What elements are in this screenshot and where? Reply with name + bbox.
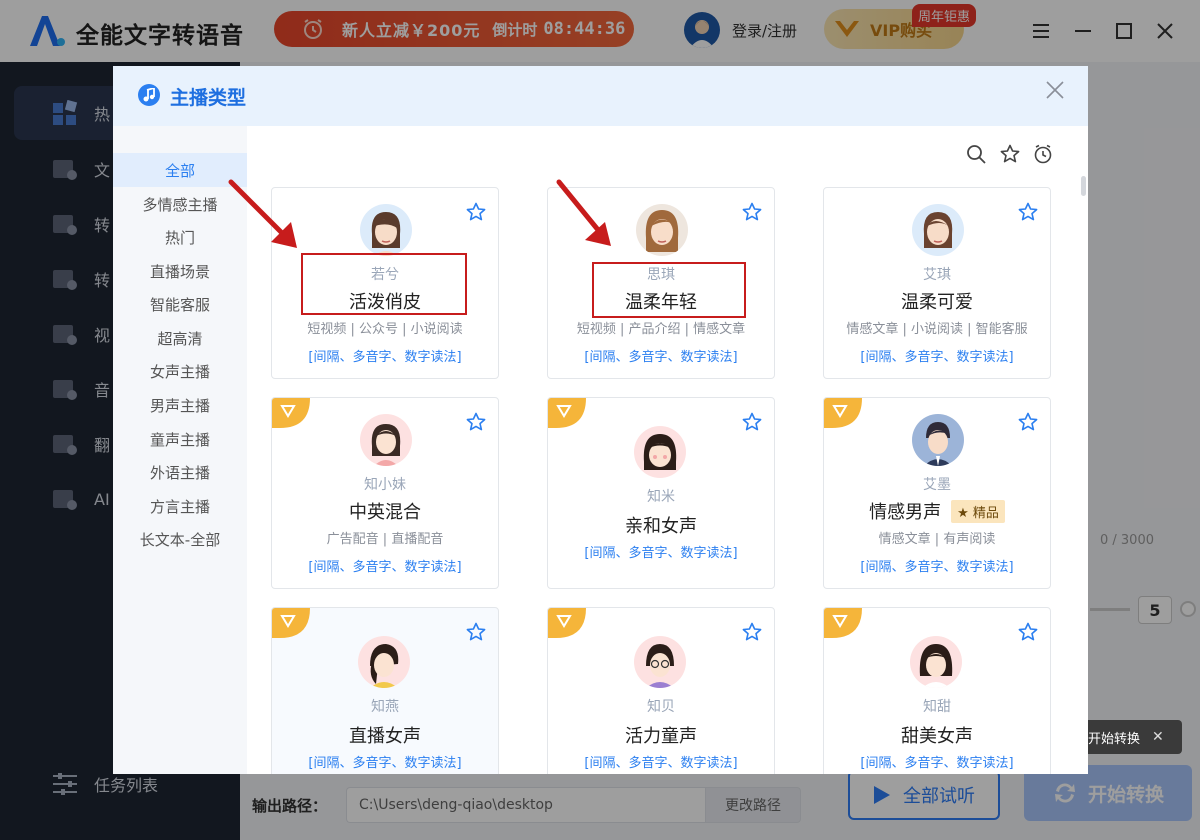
- category-ultra-hd[interactable]: 超高清: [113, 321, 247, 355]
- anchor-style: 温柔可爱: [901, 292, 973, 313]
- anchor-card-aiqi[interactable]: 艾琪 温柔可爱 情感文章 | 小说阅读 | 智能客服 [间隔、多音字、数字读法]: [823, 187, 1051, 379]
- history-clock-icon[interactable]: [1033, 144, 1053, 164]
- vip-diamond-icon: [548, 398, 586, 428]
- anchor-card-zhitian[interactable]: 知甜 甜美女声 [间隔、多音字、数字读法]: [823, 607, 1051, 774]
- vip-diamond-icon: [824, 398, 862, 428]
- favorite-star-icon[interactable]: [742, 412, 762, 432]
- category-child[interactable]: 童声主播: [113, 422, 247, 456]
- pronunciation-settings-link[interactable]: [间隔、多音字、数字读法]: [548, 542, 774, 561]
- favorite-star-icon[interactable]: [466, 622, 486, 642]
- annotation-box-ruoxi: [301, 253, 467, 315]
- anchor-name: 知贝: [647, 699, 675, 715]
- anchor-card-zhimi[interactable]: 知米 亲和女声 [间隔、多音字、数字读法]: [547, 397, 775, 589]
- anchor-style: 亲和女声: [625, 516, 697, 537]
- avatar: [634, 426, 686, 478]
- annotation-arrow-icon: [228, 179, 297, 248]
- category-foreign[interactable]: 外语主播: [113, 455, 247, 489]
- anchor-card-aimo[interactable]: 艾墨 情感男声 ★ 精品 情感文章 | 有声阅读 [间隔、多音字、数字读法]: [823, 397, 1051, 589]
- start-convert-tooltip: 开始转换 ✕: [1080, 720, 1182, 754]
- anchor-name: 艾墨: [923, 477, 951, 493]
- pronunciation-settings-link[interactable]: [间隔、多音字、数字读法]: [548, 752, 774, 771]
- favorite-star-icon[interactable]: [466, 412, 486, 432]
- close-icon[interactable]: [1045, 80, 1065, 100]
- pronunciation-settings-link[interactable]: [间隔、多音字、数字读法]: [272, 556, 498, 575]
- anchor-card-zhibei[interactable]: 知贝 活力童声 [间隔、多音字、数字读法]: [547, 607, 775, 774]
- anchor-tags: 情感文章 | 小说阅读 | 智能客服: [846, 322, 1028, 337]
- annotation-arrow-icon: [556, 179, 611, 246]
- vip-diamond-icon: [548, 608, 586, 638]
- favorite-star-icon[interactable]: [1018, 622, 1038, 642]
- favorite-star-icon[interactable]: [742, 202, 762, 222]
- anchor-tags: 广告配音 | 直播配音: [326, 532, 444, 547]
- anchor-name: 知甜: [923, 699, 951, 715]
- pronunciation-settings-link[interactable]: [间隔、多音字、数字读法]: [824, 752, 1050, 771]
- anchor-tags: 短视频 | 公众号 | 小说阅读: [307, 322, 463, 337]
- category-dialect[interactable]: 方言主播: [113, 489, 247, 523]
- anchor-card-zhiyan[interactable]: 知燕 直播女声 [间隔、多音字、数字读法]: [271, 607, 499, 774]
- category-male[interactable]: 男声主播: [113, 388, 247, 422]
- pronunciation-settings-link[interactable]: [间隔、多音字、数字读法]: [272, 346, 498, 365]
- pronunciation-settings-link[interactable]: [间隔、多音字、数字读法]: [824, 556, 1050, 575]
- category-female[interactable]: 女声主播: [113, 354, 247, 388]
- anchor-tags: 情感文章 | 有声阅读: [878, 532, 996, 547]
- search-icon[interactable]: [966, 144, 986, 164]
- anchor-style: 直播女声: [349, 726, 421, 747]
- pronunciation-settings-link[interactable]: [间隔、多音字、数字读法]: [824, 346, 1050, 365]
- anchor-style: 中英混合: [349, 502, 421, 523]
- dialog-header: 主播类型: [113, 66, 1088, 126]
- anchor-name: 知小妹: [364, 477, 406, 493]
- pronunciation-settings-link[interactable]: [间隔、多音字、数字读法]: [548, 346, 774, 365]
- vip-diamond-icon: [272, 398, 310, 428]
- avatar: [912, 204, 964, 256]
- anchor-type-dialog: 主播类型 全部 多情感主播 热门 直播场景 智能客服 超高清 女声主播 男声主播…: [113, 66, 1088, 774]
- avatar: [912, 414, 964, 466]
- music-note-icon: [138, 84, 160, 106]
- anchor-tags: 短视频 | 产品介绍 | 情感文章: [576, 322, 746, 337]
- tooltip-close-icon[interactable]: ✕: [1152, 729, 1164, 745]
- anchor-card-zhixiaomei[interactable]: 知小妹 中英混合 广告配音 | 直播配音 [间隔、多音字、数字读法]: [271, 397, 499, 589]
- avatar: [634, 636, 686, 688]
- anchor-name: 知燕: [371, 699, 399, 715]
- favorite-star-icon[interactable]: [742, 622, 762, 642]
- category-smart-service[interactable]: 智能客服: [113, 287, 247, 321]
- favorites-star-icon[interactable]: [1000, 144, 1020, 164]
- avatar: [636, 204, 688, 256]
- avatar: [910, 636, 962, 688]
- vip-diamond-icon: [272, 608, 310, 638]
- anchor-style: 甜美女声: [901, 726, 973, 747]
- dialog-title: 主播类型: [170, 87, 247, 109]
- anchor-name: 艾琪: [923, 267, 951, 283]
- annotation-box-siqi: [592, 262, 746, 318]
- avatar: [360, 204, 412, 256]
- pronunciation-settings-link[interactable]: [间隔、多音字、数字读法]: [272, 752, 498, 771]
- category-long-text[interactable]: 长文本-全部: [113, 522, 247, 556]
- premium-badge: ★ 精品: [951, 499, 1005, 523]
- tooltip-text: 开始转换: [1088, 731, 1141, 747]
- favorite-star-icon[interactable]: [1018, 412, 1038, 432]
- favorite-star-icon[interactable]: [1018, 202, 1038, 222]
- category-live-scene[interactable]: 直播场景: [113, 254, 247, 288]
- avatar: [358, 636, 410, 688]
- vertical-scrollbar[interactable]: [1081, 176, 1086, 196]
- anchor-style: 活力童声: [625, 726, 697, 747]
- vip-diamond-icon: [824, 608, 862, 638]
- anchor-style-row: 情感男声 ★ 精品: [824, 498, 1050, 524]
- anchor-name: 知米: [647, 489, 675, 505]
- anchor-style: 情感男声: [869, 502, 942, 523]
- avatar: [360, 414, 412, 466]
- favorite-star-icon[interactable]: [466, 202, 486, 222]
